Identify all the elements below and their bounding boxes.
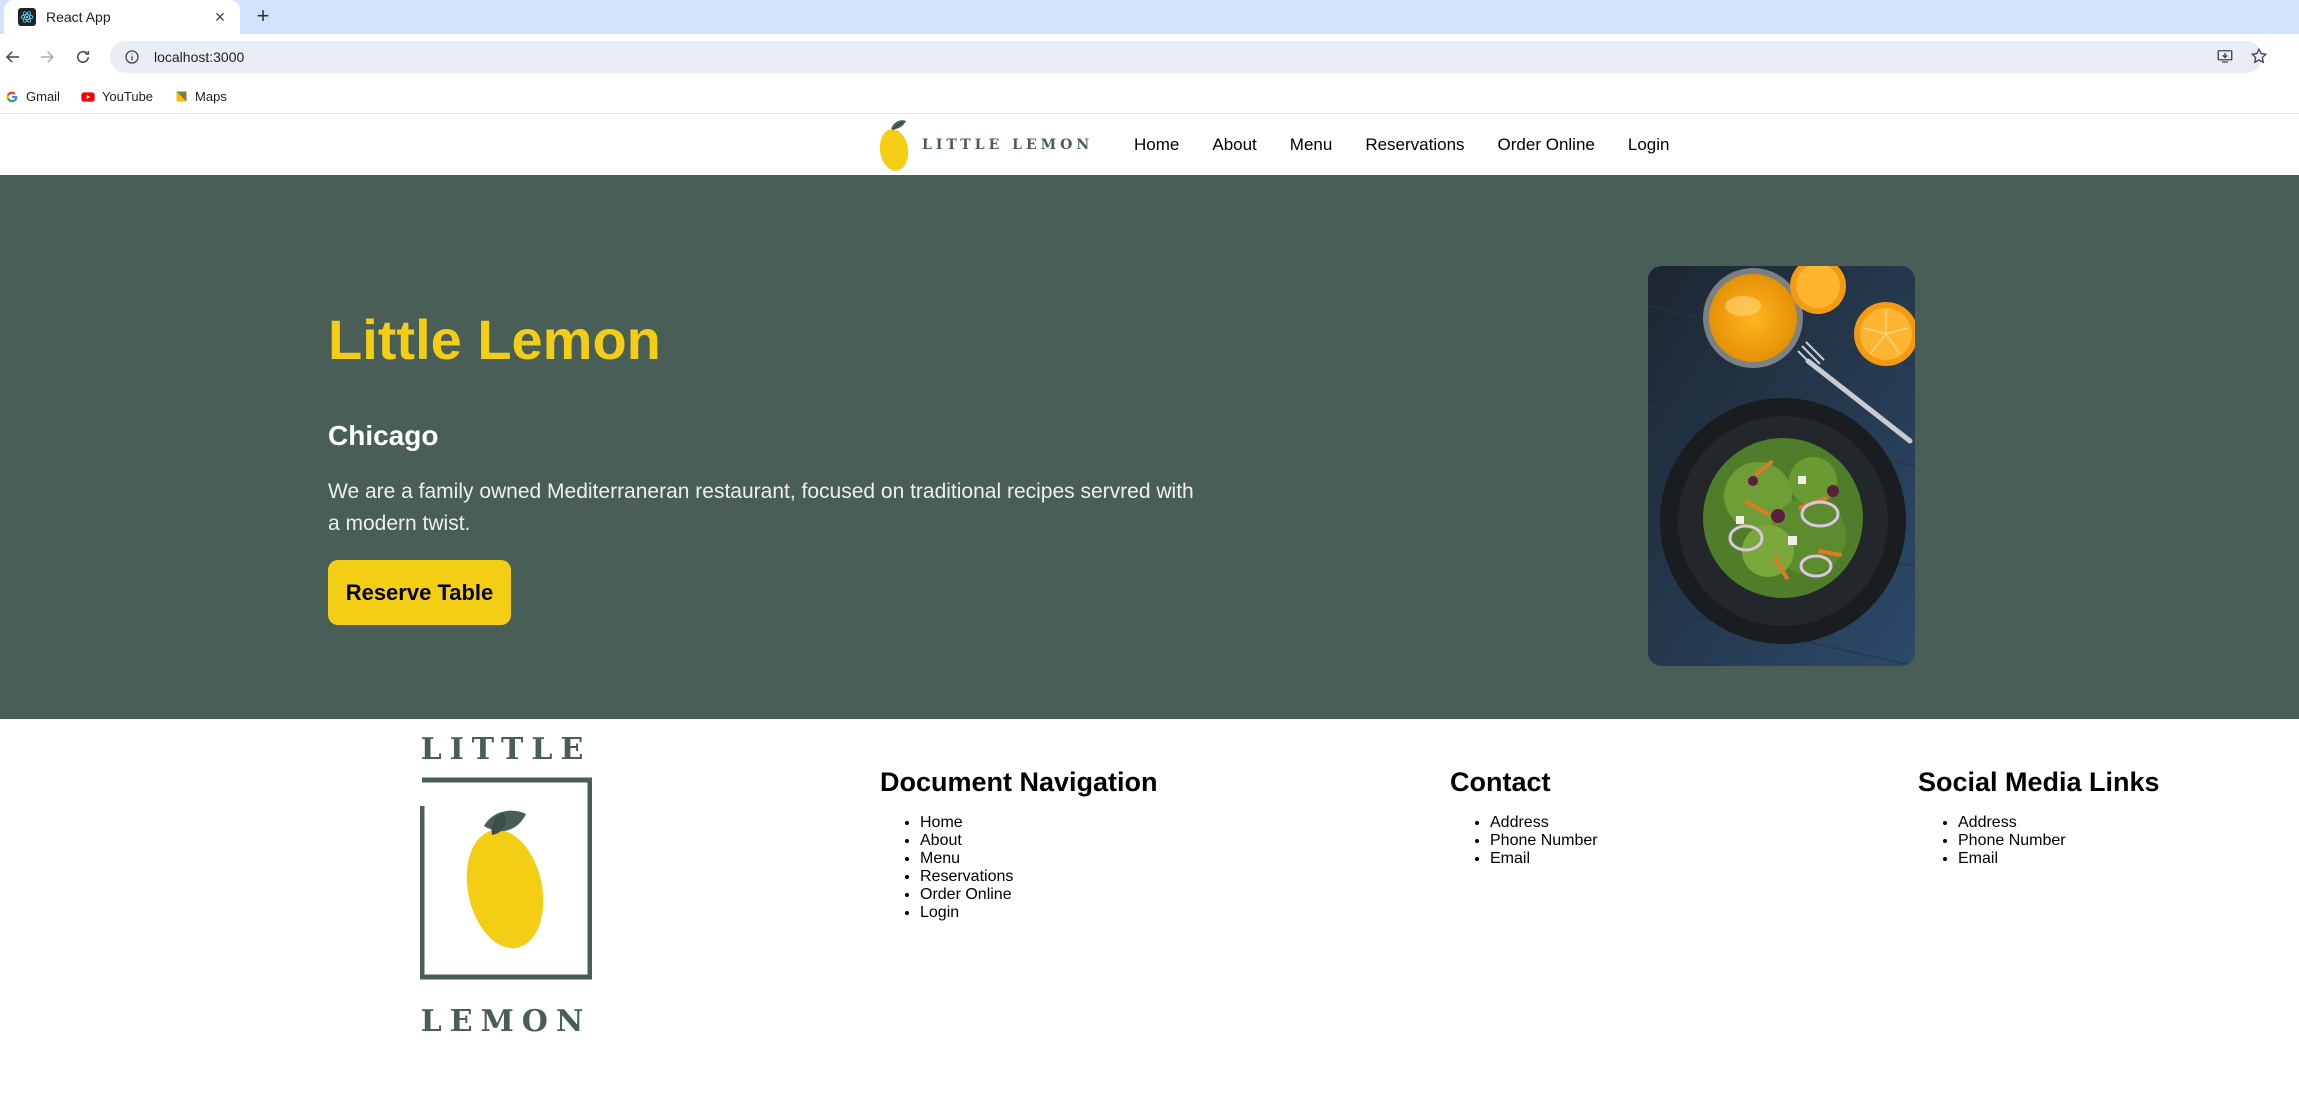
footer-link-login[interactable]: Login [920,904,1158,922]
browser-tabstrip: React App × + [0,0,2299,34]
bookmark-maps[interactable]: Maps [173,89,227,105]
hero-title: Little Lemon [328,308,661,371]
bookmark-gmail[interactable]: Gmail [4,89,60,105]
footer-contact-list: Address Phone Number Email [1450,814,1598,868]
new-tab-button[interactable]: + [250,4,276,30]
salad-image [1648,266,1915,666]
nav-link-login[interactable]: Login [1628,135,1670,155]
contact-phone: Phone Number [1490,832,1598,850]
logo-bottom-text: LEMON [421,1004,592,1039]
tab-title: React App [46,9,111,25]
footer-link-about[interactable]: About [920,832,1158,850]
url-text[interactable]: localhost:3000 [154,49,244,65]
tab-close-icon[interactable]: × [210,7,230,27]
maps-icon [173,89,189,105]
footer-document-navigation: Document Navigation Home About Menu Rese… [880,767,1158,922]
site-navbar: LITTLE LEMON Home About Menu Reservation… [0,115,2299,175]
hero-section: Little Lemon Chicago We are a family own… [0,175,2299,719]
youtube-icon [80,89,96,105]
footer-logo: LITTLE LEMON [419,731,593,1041]
social-phone[interactable]: Phone Number [1958,832,2160,850]
nav-link-about[interactable]: About [1212,135,1256,155]
react-icon [18,8,36,26]
bookmark-label: Gmail [26,89,60,104]
bookmarks-bar: Gmail YouTube Maps [0,80,2299,114]
footer-heading: Document Navigation [880,767,1158,797]
browser-toolbar: localhost:3000 [0,34,2299,80]
address-bar[interactable]: localhost:3000 [110,41,2262,73]
footer-link-order-online[interactable]: Order Online [920,886,1158,904]
contact-address: Address [1490,814,1598,832]
nav-link-menu[interactable]: Menu [1290,135,1333,155]
bookmark-label: YouTube [101,89,154,104]
site-footer: LITTLE LEMON Document Navigation Home Ab… [0,719,2299,1118]
nav-link-order-online[interactable]: Order Online [1498,135,1595,155]
site-logo[interactable]: LITTLE LEMON [876,116,1093,174]
footer-social-media: Social Media Links Address Phone Number … [1918,767,2160,868]
hero-subtitle: Chicago [328,420,439,451]
social-address[interactable]: Address [1958,814,2160,832]
nav-link-home[interactable]: Home [1134,135,1179,155]
site-info-icon[interactable] [124,49,140,65]
google-icon [4,89,20,105]
logo-top-text: LITTLE [421,732,592,767]
social-email[interactable]: Email [1958,850,2160,868]
footer-contact: Contact Address Phone Number Email [1450,767,1598,868]
footer-link-home[interactable]: Home [920,814,1158,832]
forward-icon[interactable] [34,44,60,70]
reserve-table-button[interactable]: Reserve Table [328,560,511,625]
bookmark-star-icon[interactable] [2246,43,2272,69]
install-app-icon[interactable] [2212,43,2238,69]
bookmark-label: Maps [195,89,227,104]
footer-heading: Contact [1450,767,1551,797]
back-icon[interactable] [0,44,26,70]
logo-text: LITTLE LEMON [922,137,1094,153]
nav-links: Home About Menu Reservations Order Onlin… [1134,115,1702,175]
footer-social-list: Address Phone Number Email [1918,814,2160,868]
hero-description: We are a family owned Mediterraneran res… [328,480,1194,535]
bookmark-youtube[interactable]: YouTube [80,89,153,105]
footer-nav-list: Home About Menu Reservations Order Onlin… [880,814,1158,922]
little-lemon-logo-icon: LITTLE LEMON [419,732,593,1039]
nav-link-reservations[interactable]: Reservations [1365,135,1464,155]
hero-food-image [1648,266,1915,666]
lemon-icon [879,120,909,171]
footer-link-reservations[interactable]: Reservations [920,868,1158,886]
footer-link-menu[interactable]: Menu [920,850,1158,868]
page-viewport: LITTLE LEMON Home About Menu Reservation… [0,115,2299,1118]
browser-tab[interactable]: React App × [4,0,240,34]
contact-email: Email [1490,850,1598,868]
footer-heading: Social Media Links [1918,767,2160,797]
reload-icon[interactable] [70,44,96,70]
